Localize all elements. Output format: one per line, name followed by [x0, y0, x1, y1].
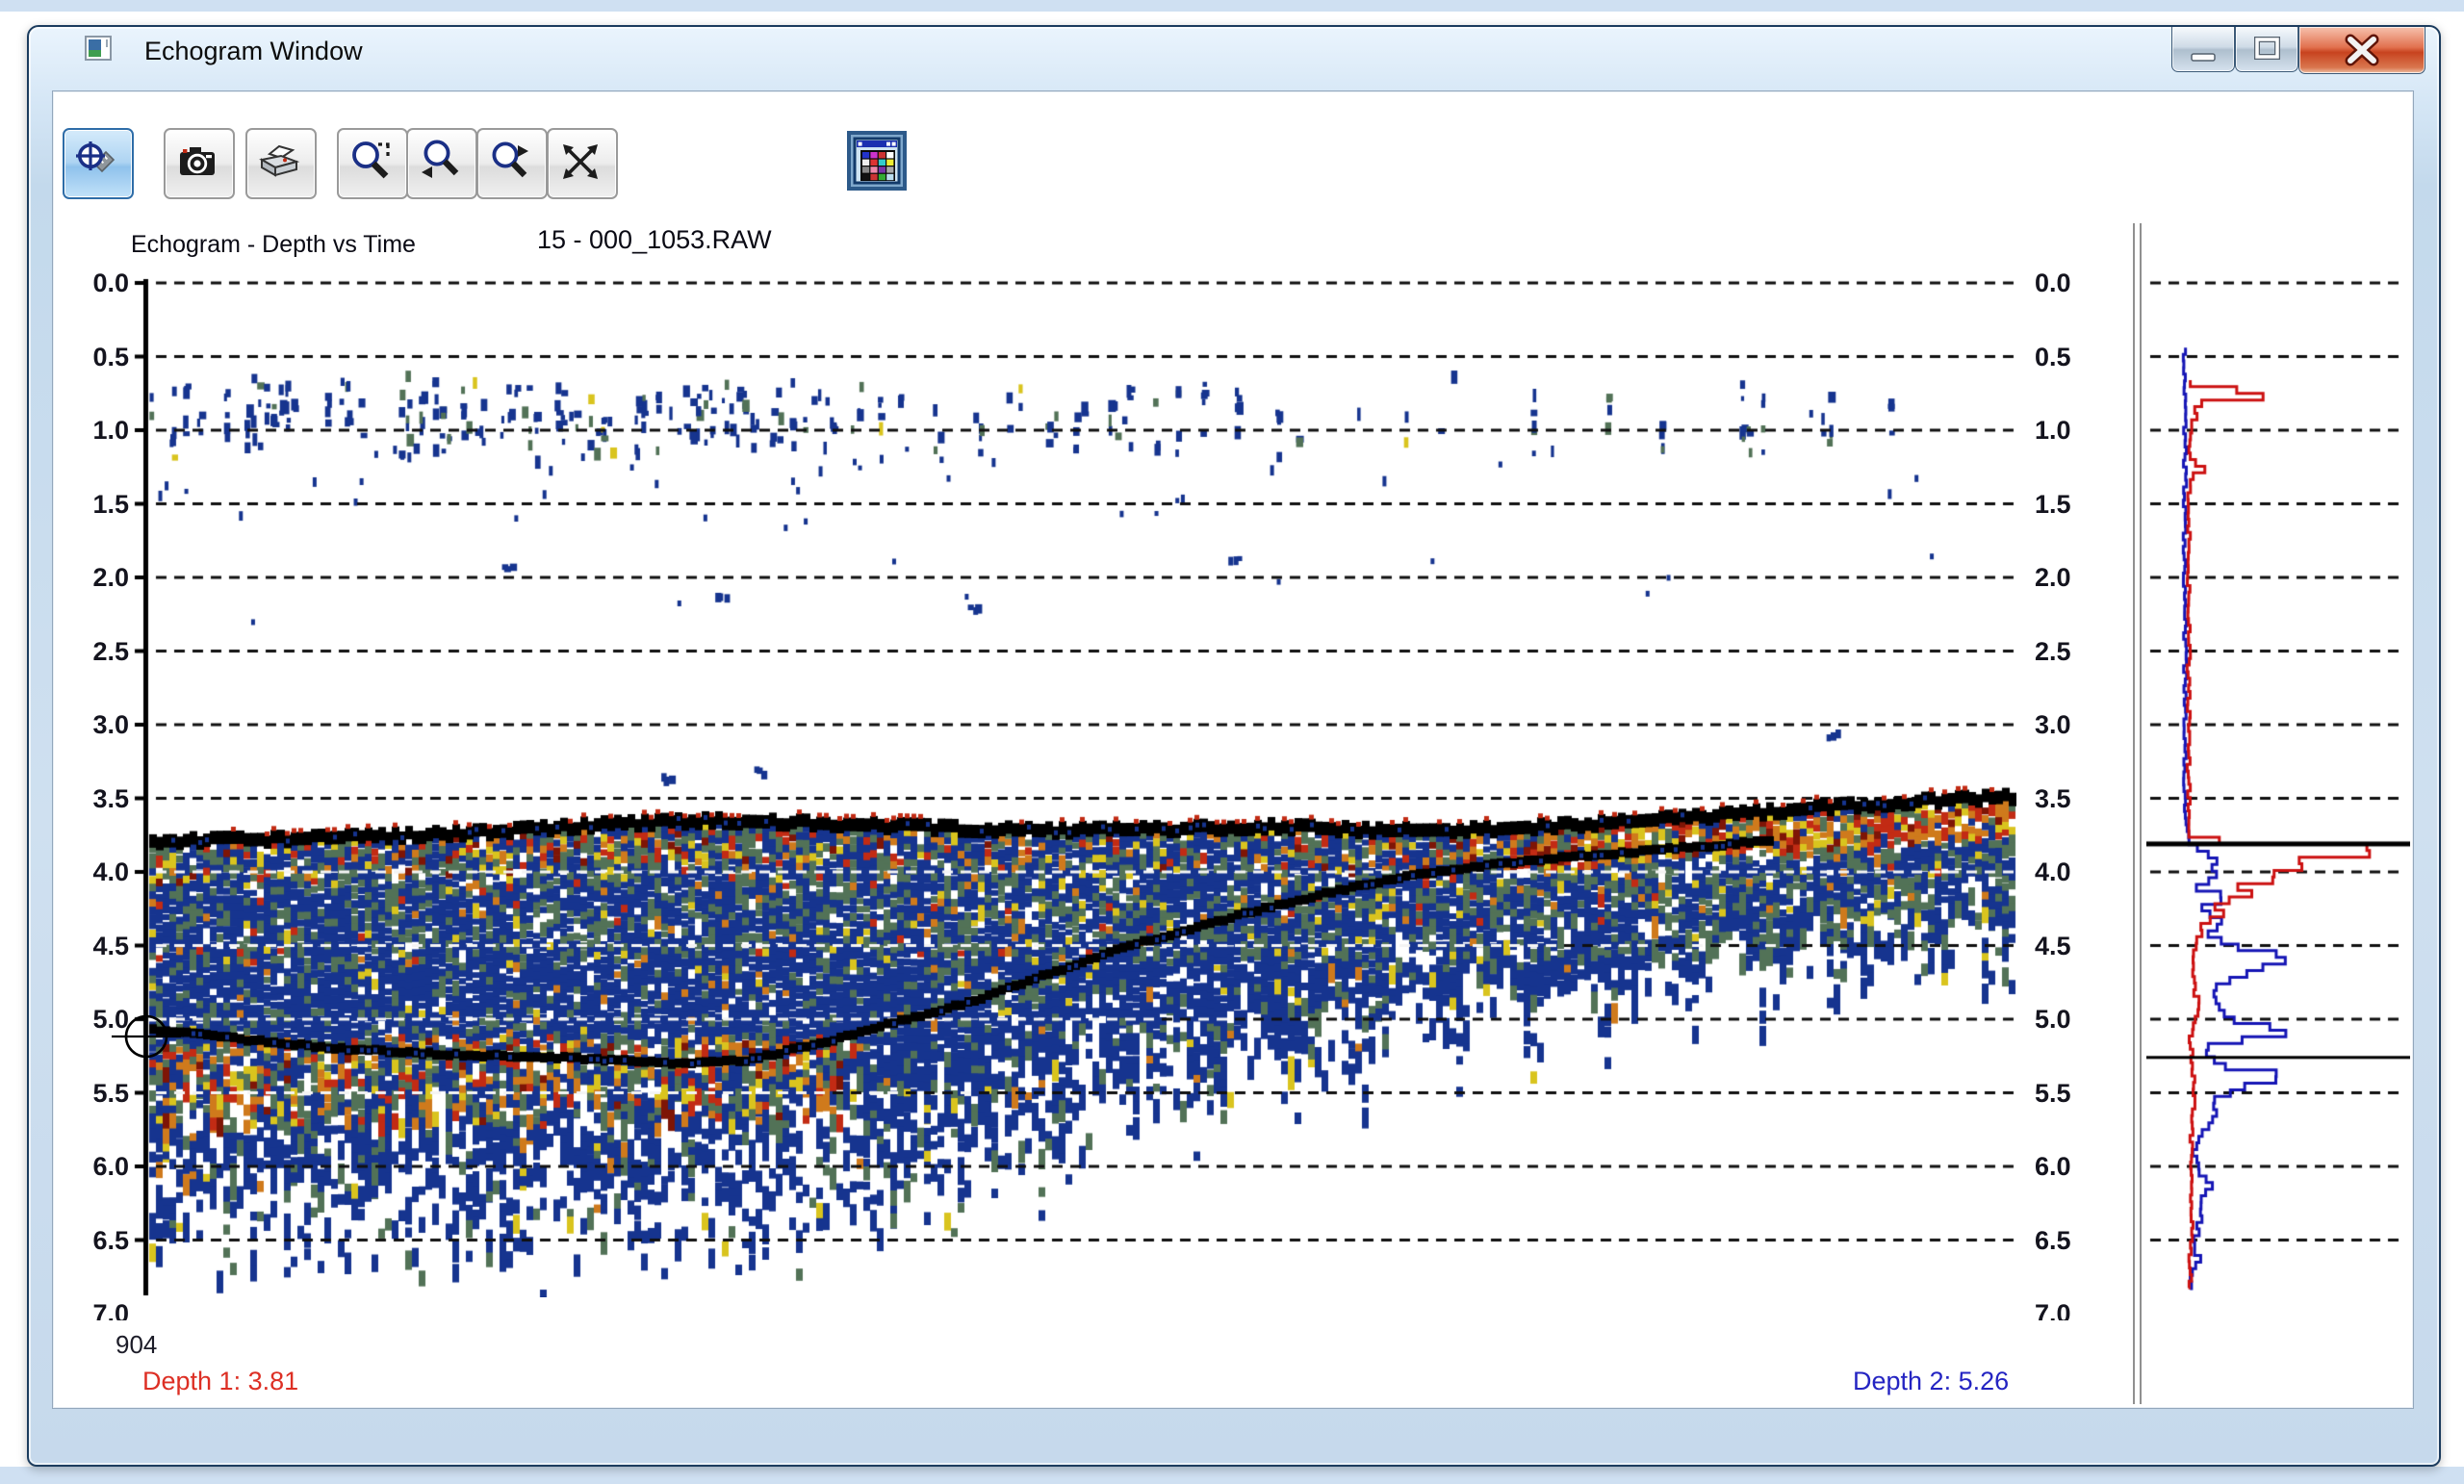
axis-tick-label: 3.5 [2029, 784, 2106, 814]
crosshair-cursor-icon [110, 1005, 183, 1068]
axis-tick-label: 6.5 [2029, 1226, 2106, 1256]
close-icon [2299, 27, 2425, 73]
axis-tick-label: 2.5 [2029, 637, 2106, 667]
axis-tick-label: 3.0 [67, 710, 133, 740]
axis-tick-label: 4.0 [2029, 857, 2106, 887]
print-button[interactable] [245, 128, 317, 199]
file-label: 15 - 000_1053.RAW [537, 225, 772, 255]
echogram-canvas[interactable] [134, 271, 2016, 1297]
axis-tick-label: 0.5 [2029, 343, 2106, 372]
restore-icon [2236, 27, 2297, 71]
axis-tick-label: 4.5 [67, 932, 133, 961]
desktop-strip [0, 1467, 2464, 1484]
left-depth-axis: 0.00.51.01.52.02.53.03.54.04.55.05.56.06… [67, 269, 133, 1320]
axis-tick-label: 0.0 [2029, 269, 2106, 298]
axis-tick-label: 0.5 [67, 343, 133, 372]
axis-tick-label: 2.0 [67, 563, 133, 593]
palette-window-icon [847, 131, 907, 191]
plot-title: Echogram - Depth vs Time [131, 231, 416, 259]
axis-tick-label: 5.0 [2029, 1005, 2106, 1035]
axis-tick-label: 6.0 [67, 1152, 133, 1182]
restore-button[interactable] [2235, 27, 2298, 72]
axis-tick-label: 0.0 [67, 269, 133, 298]
window-title: Echogram Window [144, 37, 363, 66]
camera-icon [174, 139, 220, 185]
axis-tick-label: 2.0 [2029, 563, 2106, 593]
magnifier-arrow-left-icon [417, 139, 463, 185]
printer-icon [256, 139, 302, 185]
axis-tick-label: 3.0 [2029, 710, 2106, 740]
fit-to-window-button[interactable] [547, 128, 618, 199]
axis-tick-label: 3.5 [67, 784, 133, 814]
magnifier-box-icon [347, 139, 394, 185]
expand-arrows-icon [557, 139, 603, 185]
axis-tick-label: 1.5 [67, 490, 133, 520]
panel-splitter[interactable] [2133, 223, 2135, 1404]
axis-tick-label: 4.0 [67, 857, 133, 887]
title-bar[interactable] [29, 27, 2435, 89]
minimize-button[interactable] [2171, 27, 2235, 72]
depth2-readout: Depth 2: 5.26 [1853, 1367, 2009, 1396]
axis-tick-label: 5.5 [2029, 1079, 2106, 1109]
right-depth-axis: 0.0 0.5 1.0 1.5 2.0 2.5 3.0 3.5 4.0 4.5 5.0 5.5 6.0 6… [2029, 269, 2106, 1320]
color-palette-button[interactable] [847, 131, 907, 191]
zoom-previous-button[interactable] [406, 128, 477, 199]
axis-tick-label: 2.5 [67, 637, 133, 667]
axis-tick-label: 7.0 [67, 1299, 133, 1320]
zoom-next-button[interactable] [476, 128, 548, 199]
magnifier-arrow-right-icon [487, 139, 533, 185]
axis-tick-label: 1.5 [2029, 490, 2106, 520]
axis-tick-label: 1.0 [67, 416, 133, 446]
axis-tick-label: 6.0 [2029, 1152, 2106, 1182]
ping-number: 904 [116, 1330, 157, 1360]
zoom-selection-button[interactable] [337, 128, 408, 199]
profile-panel-canvas[interactable] [2146, 271, 2410, 1297]
close-button[interactable] [2298, 27, 2426, 74]
minimize-icon [2172, 27, 2234, 71]
axis-tick-label: 7.0 [2029, 1299, 2106, 1320]
axis-tick-label: 5.5 [67, 1079, 133, 1109]
axis-tick-label: 4.5 [2029, 932, 2106, 961]
crosshair-magnifier-ruler-icon [73, 139, 119, 185]
pointer-tool-button[interactable] [63, 128, 134, 199]
panel-splitter[interactable] [2140, 223, 2142, 1404]
depth1-readout: Depth 1: 3.81 [142, 1367, 298, 1396]
window-icon [85, 35, 114, 64]
axis-tick-label: 1.0 [2029, 416, 2106, 446]
desktop-strip [0, 0, 2464, 12]
snapshot-button[interactable] [164, 128, 235, 199]
axis-tick-label: 6.5 [67, 1226, 133, 1256]
